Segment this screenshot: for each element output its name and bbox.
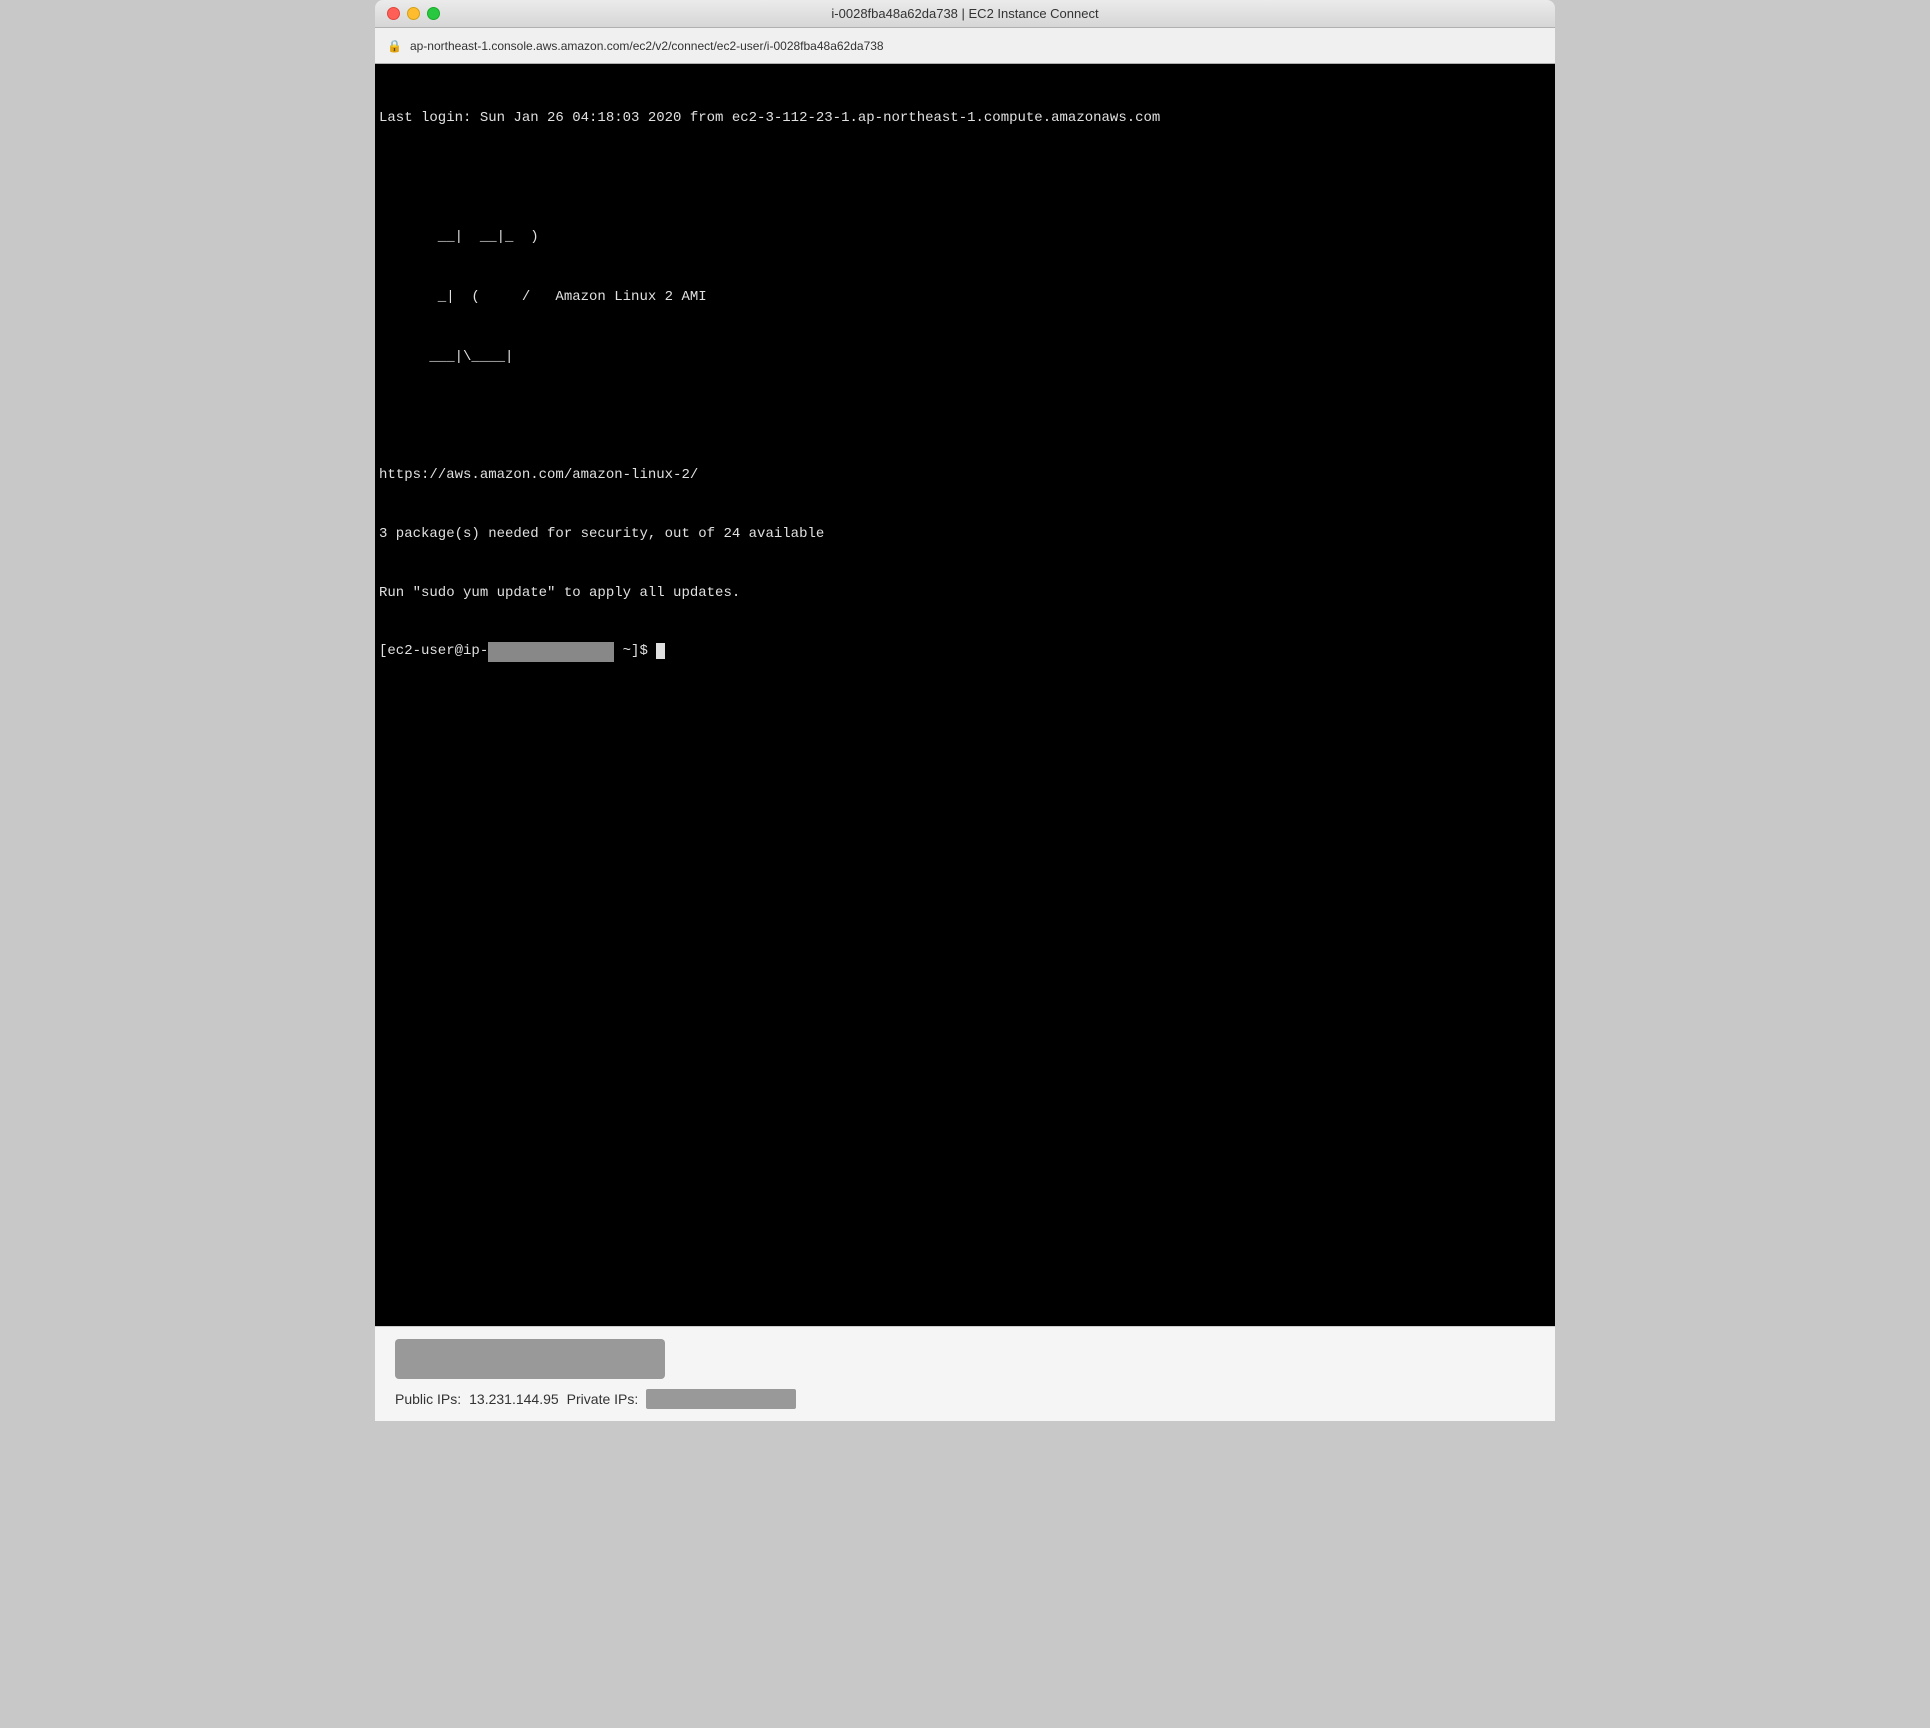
hostname-redacted (488, 642, 614, 662)
terminal-cursor (656, 643, 665, 659)
addressbar: 🔒 ap-northeast-1.console.aws.amazon.com/… (375, 28, 1555, 64)
minimize-button[interactable] (407, 7, 420, 20)
url-line: https://aws.amazon.com/amazon-linux-2/ (379, 466, 1551, 486)
terminal-empty-area (379, 701, 1551, 1281)
redacted-input-field (395, 1339, 665, 1379)
packages-line: 3 package(s) needed for security, out of… (379, 525, 1551, 545)
browser-window: i-0028fba48a62da738 | EC2 Instance Conne… (375, 0, 1555, 1421)
ascii-art-line1: __| __|_ ) (379, 227, 1551, 248)
bottom-bar: Public IPs: 13.231.144.95 Private IPs: (375, 1326, 1555, 1421)
ip-info: Public IPs: 13.231.144.95 Private IPs: (395, 1389, 1535, 1409)
prompt-line: [ec2-user@ip- ~]$ (379, 642, 1551, 662)
private-ip-label: Private IPs: (567, 1391, 639, 1407)
window-title: i-0028fba48a62da738 | EC2 Instance Conne… (831, 6, 1098, 21)
maximize-button[interactable] (427, 7, 440, 20)
last-login-line: Last login: Sun Jan 26 04:18:03 2020 fro… (379, 109, 1551, 129)
ascii-art-line3: ___|\____| (379, 347, 1551, 368)
prompt-suffix: ~]$ (614, 643, 656, 659)
ascii-art-line2: _| ( / Amazon Linux 2 AMI (379, 287, 1551, 308)
public-ip-value: 13.231.144.95 (469, 1391, 559, 1407)
lock-icon: 🔒 (387, 39, 402, 53)
empty-line-2 (379, 407, 1551, 427)
terminal[interactable]: Last login: Sun Jan 26 04:18:03 2020 fro… (375, 64, 1555, 1326)
address-text[interactable]: ap-northeast-1.console.aws.amazon.com/ec… (410, 39, 884, 53)
public-ip-label: Public IPs: (395, 1391, 461, 1407)
titlebar: i-0028fba48a62da738 | EC2 Instance Conne… (375, 0, 1555, 28)
private-ip-redacted (646, 1389, 796, 1409)
update-line: Run "sudo yum update" to apply all updat… (379, 584, 1551, 604)
empty-line-1 (379, 168, 1551, 188)
traffic-lights (387, 7, 440, 20)
close-button[interactable] (387, 7, 400, 20)
prompt-prefix: [ec2-user@ip- (379, 643, 488, 659)
